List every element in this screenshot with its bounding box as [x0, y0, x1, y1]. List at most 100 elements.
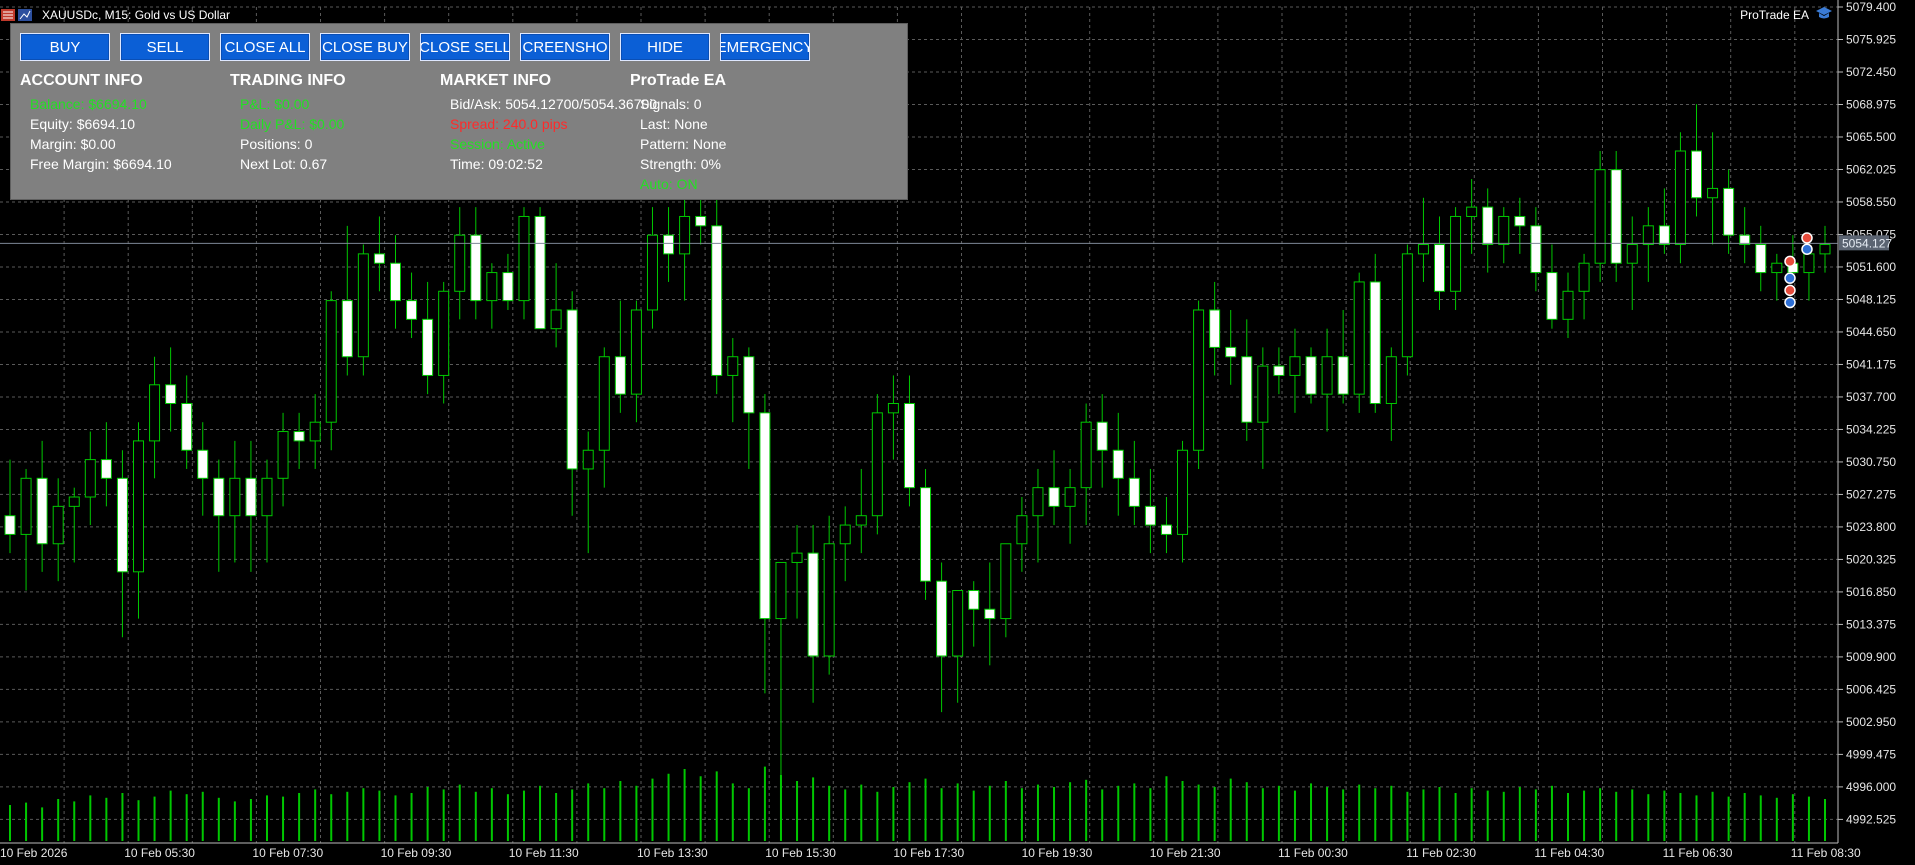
candle-body — [293, 431, 305, 442]
candle-body — [1064, 487, 1076, 507]
candle-body — [1353, 281, 1365, 395]
candle-body — [1450, 215, 1462, 292]
ea-info-section: ProTrade EA Signals: 0 Last: None Patter… — [630, 72, 726, 194]
candle-body — [1482, 206, 1494, 246]
ea-control-panel: BUY SELL CLOSE ALL CLOSE BUY CLOSE SELL … — [10, 23, 908, 200]
y-tick-label: 4992.525 — [1846, 812, 1896, 826]
y-tick-label: 5048.125 — [1846, 292, 1896, 306]
hide-button[interactable]: HIDE — [620, 33, 710, 61]
close-sell-button[interactable]: CLOSE SELL — [420, 33, 510, 61]
menu-icon[interactable] — [0, 7, 34, 23]
account-info-header: ACCOUNT INFO — [20, 72, 143, 89]
candle-body — [1610, 169, 1622, 264]
signals-value: Signals: 0 — [640, 96, 702, 112]
candle-body — [727, 356, 739, 376]
candle-body — [614, 356, 626, 395]
sell-button[interactable]: SELL — [120, 33, 210, 61]
candle-body — [920, 487, 932, 582]
x-tick-label: 10 Feb 11:30 — [509, 846, 579, 860]
candle-body — [534, 215, 546, 330]
screenshot-button[interactable]: CREENSHO — [520, 33, 610, 61]
candle-body — [518, 215, 530, 302]
close-buy-button[interactable]: CLOSE BUY — [320, 33, 410, 61]
x-tick-label: 11 Feb 08:30 — [1791, 846, 1861, 860]
candle-body — [1096, 421, 1108, 451]
candle-body — [132, 440, 144, 573]
candle-body — [213, 477, 225, 517]
strength-value: Strength: 0% — [640, 156, 721, 172]
pnl-value: P&L: $0.00 — [240, 96, 310, 112]
candle-body — [1707, 187, 1719, 199]
candle-body — [855, 515, 867, 526]
candle-body — [261, 477, 273, 517]
candle-body — [1273, 365, 1285, 376]
margin-value: Margin: $0.00 — [30, 136, 116, 152]
candle-body — [341, 300, 353, 358]
candle-body — [1177, 449, 1189, 535]
candle-body — [630, 309, 642, 395]
candle-body — [1498, 215, 1510, 246]
session-value: Session: Active — [450, 136, 545, 152]
candle-body — [4, 515, 16, 535]
candle-body — [695, 215, 707, 227]
candle-body — [1546, 272, 1558, 320]
candle-body — [1771, 262, 1783, 274]
candle-body — [1032, 487, 1044, 517]
candle-body — [229, 477, 241, 517]
candle-body — [1434, 244, 1446, 292]
candle-body — [84, 459, 96, 498]
graduation-cap-icon — [1815, 6, 1833, 23]
candle-body — [1674, 150, 1686, 246]
candle-body — [1658, 225, 1670, 246]
y-tick-label: 5044.650 — [1846, 325, 1896, 339]
emergency-button[interactable]: EMERGENCY — [720, 33, 810, 61]
x-tick-label: 10 Feb 15:30 — [765, 846, 836, 860]
candle-body — [149, 384, 161, 442]
candle-body — [1048, 487, 1060, 507]
pattern-value: Pattern: None — [640, 136, 727, 152]
candle-body — [1160, 524, 1172, 535]
candle-body — [807, 552, 819, 657]
x-tick-label: 10 Feb 13:30 — [637, 846, 708, 860]
candle-body — [389, 262, 401, 302]
candle-body — [1369, 281, 1381, 404]
y-tick-label: 5037.700 — [1846, 390, 1896, 404]
x-tick-label: 10 Feb 07:30 — [252, 846, 323, 860]
candle-body — [936, 580, 948, 657]
y-tick-label: 5002.950 — [1846, 715, 1896, 729]
free-margin-value: Free Margin: $6694.10 — [30, 156, 172, 172]
candle-body — [1257, 365, 1269, 423]
candle-body — [438, 290, 450, 376]
candle-body — [502, 272, 514, 302]
y-tick-label: 5068.975 — [1846, 97, 1896, 111]
candle-body — [1241, 356, 1253, 423]
candle-body — [486, 272, 498, 302]
y-tick-label: 5058.550 — [1846, 195, 1896, 209]
candle-body — [1128, 477, 1140, 507]
next-lot-value: Next Lot: 0.67 — [240, 156, 328, 172]
candle-body — [373, 253, 385, 264]
ea-indicator: ProTrade EA — [1740, 6, 1833, 23]
candle-body — [743, 356, 755, 414]
market-info-header: MARKET INFO — [440, 72, 552, 89]
x-tick-label: 11 Feb 02:30 — [1406, 846, 1476, 860]
candle-body — [470, 234, 482, 302]
candle-body — [1562, 290, 1574, 320]
candle-body — [903, 402, 915, 489]
trading-info-header: TRADING INFO — [230, 72, 346, 89]
candle-body — [646, 234, 658, 311]
candle-body — [598, 356, 610, 451]
candle-body — [566, 309, 578, 470]
candle-body — [663, 234, 675, 255]
candle-body — [1819, 244, 1831, 255]
candle-body — [116, 477, 128, 573]
buy-button[interactable]: BUY — [20, 33, 110, 61]
y-tick-label: 5006.425 — [1846, 682, 1896, 696]
y-tick-label: 5030.750 — [1846, 455, 1896, 469]
x-tick-label: 10 Feb 2026 — [0, 846, 68, 860]
candle-body — [1193, 309, 1205, 451]
close-all-button[interactable]: CLOSE ALL — [220, 33, 310, 61]
y-tick-label: 5013.375 — [1846, 617, 1896, 631]
candle-body — [839, 524, 851, 545]
y-tick-label: 5041.175 — [1846, 357, 1896, 371]
